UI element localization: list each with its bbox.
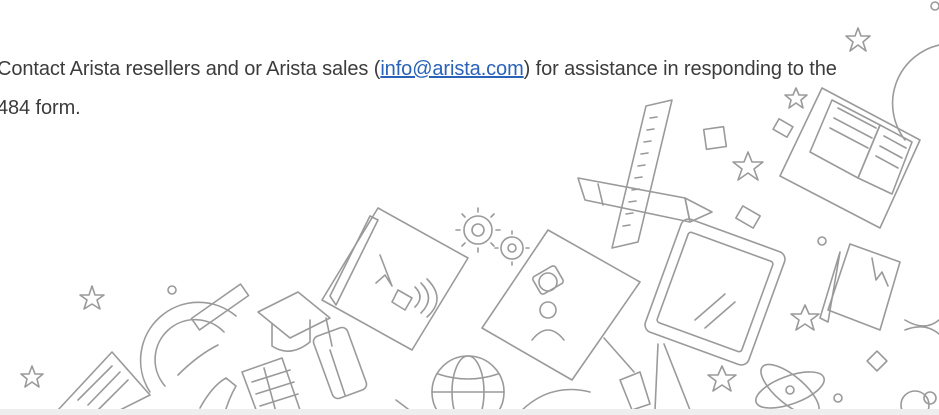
ruler-icon xyxy=(611,99,673,249)
calculator-icon xyxy=(241,357,301,415)
star-icon xyxy=(732,151,764,181)
globe-icon xyxy=(431,355,505,415)
star-icon xyxy=(20,365,44,388)
book-icon xyxy=(321,207,469,351)
page: Contact Arista resellers and or Arista s… xyxy=(0,0,939,415)
star-icon xyxy=(790,304,820,331)
smartphone-icon xyxy=(312,326,368,400)
atom-icon xyxy=(755,363,825,415)
graduation-cap-icon xyxy=(257,291,333,352)
protractor-icon xyxy=(139,283,250,393)
bottom-divider xyxy=(0,409,939,415)
education-line-art xyxy=(20,1,939,415)
open-book-icon xyxy=(57,351,151,415)
book-icon xyxy=(819,243,939,331)
gears-icon xyxy=(455,207,530,266)
star-icon xyxy=(707,365,737,392)
star-icon xyxy=(784,87,808,109)
star-icon xyxy=(845,27,871,52)
presentation-board-icon xyxy=(481,229,641,381)
compass-icon xyxy=(619,343,691,411)
star-icon xyxy=(79,285,105,310)
open-book-icon xyxy=(779,87,921,229)
